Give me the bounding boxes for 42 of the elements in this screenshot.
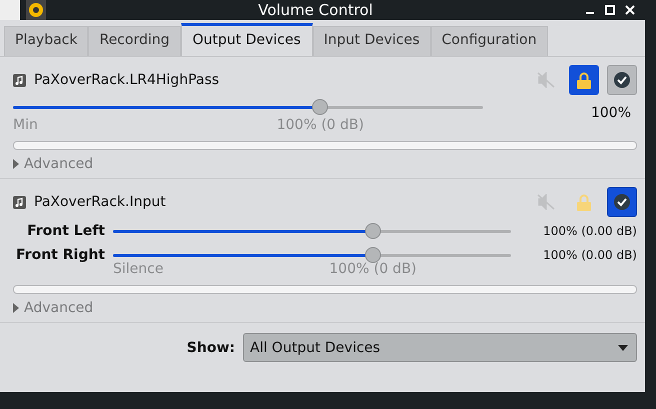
lock-icon	[577, 72, 591, 88]
check-icon	[613, 193, 631, 211]
window-title: Volume Control	[257, 1, 374, 19]
scale-label: 100% (0 dB)	[276, 117, 364, 133]
scale-label: 100% (0 dB)	[329, 261, 417, 277]
tab[interactable]: Playback	[4, 26, 88, 56]
slider-thumb[interactable]	[312, 99, 328, 115]
slider-thumb[interactable]	[364, 247, 381, 263]
device-name: PaXoverRack.LR4HighPass	[34, 72, 220, 88]
triangle-icon	[13, 159, 19, 169]
lock-icon	[577, 194, 591, 210]
slider-thumb[interactable]	[364, 223, 381, 239]
volume-reading: 100%	[590, 105, 631, 121]
music-note-icon	[13, 196, 26, 208]
app-icon	[0, 0, 20, 20]
check-icon	[613, 71, 631, 89]
volume-reading: 100% (0.00 dB)	[542, 248, 637, 262]
tab[interactable]: Configuration	[430, 26, 548, 56]
scale-label: Min	[13, 117, 38, 133]
default-button[interactable]	[607, 65, 637, 95]
triangle-icon	[13, 303, 19, 313]
caret-icon	[618, 344, 628, 350]
channel-label: Front Left	[26, 223, 105, 239]
volume-slider[interactable]	[113, 221, 511, 241]
channel-label: Front Right	[15, 247, 105, 263]
muted-speaker-icon	[537, 72, 555, 88]
tab[interactable]: Output Devices	[180, 23, 313, 56]
lock-button[interactable]	[569, 65, 599, 95]
scale-label: Silence	[113, 261, 164, 277]
speaker-icon	[26, 0, 46, 20]
tab[interactable]: Recording	[88, 26, 180, 56]
close-icon[interactable]	[625, 5, 635, 15]
default-button[interactable]	[607, 187, 637, 217]
tab[interactable]: Input Devices	[312, 26, 431, 56]
show-dropdown[interactable]: All Output Devices	[243, 333, 637, 362]
volume-slider[interactable]	[13, 97, 483, 117]
muted-speaker-icon	[537, 194, 555, 210]
maximize-icon[interactable]	[605, 5, 615, 15]
volume-reading: 100% (0.00 dB)	[542, 224, 637, 238]
device-name: PaXoverRack.Input	[34, 194, 167, 210]
show-label: Show:	[186, 340, 235, 356]
music-note-icon	[13, 74, 26, 86]
